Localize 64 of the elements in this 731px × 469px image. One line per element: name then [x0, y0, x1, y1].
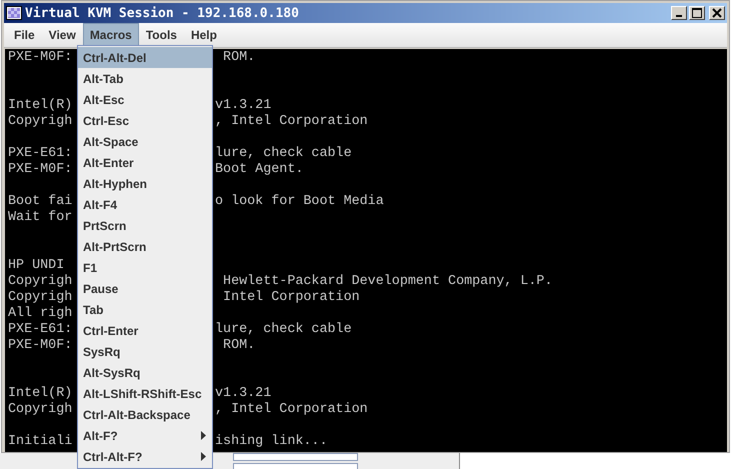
console-text: Intel(R) — [8, 98, 72, 114]
console-text: HP UNDI — [8, 258, 64, 274]
menu-item[interactable]: PrtScrn — [78, 215, 212, 236]
console-text: Intel Corporation — [222, 290, 360, 306]
console-text: v1.3.21 — [215, 98, 272, 114]
console-text: ishing link... — [215, 434, 328, 450]
console-text: Copyrigh — [8, 402, 72, 418]
console-text: o look for Boot Media — [215, 194, 384, 210]
menu-item[interactable]: Alt-F? — [78, 425, 212, 446]
submenu-arrow-icon — [201, 452, 206, 461]
console-text: PXE-E61: — [8, 146, 72, 162]
console-text: PXE-M0F: — [8, 162, 72, 178]
menu-item[interactable]: Ctrl-Alt-F? — [78, 446, 212, 467]
menu-item[interactable]: SysRq — [78, 341, 212, 362]
menu-item[interactable]: F1 — [78, 257, 212, 278]
menu-item[interactable]: Alt-Hyphen — [78, 173, 212, 194]
menu-item[interactable]: Tools — [138, 23, 184, 47]
maximize-button[interactable] — [689, 6, 705, 20]
minimize-icon — [676, 15, 682, 17]
menu-item[interactable]: Pause — [78, 278, 212, 299]
close-icon — [712, 8, 722, 18]
menu-item[interactable]: Alt-Tab — [78, 68, 212, 89]
menu-item[interactable]: Ctrl-Enter — [78, 320, 212, 341]
console-text: , Intel Corporation — [215, 402, 368, 418]
console-text: Copyrigh — [8, 290, 72, 306]
submenu-arrow-icon — [201, 431, 206, 440]
menu-item[interactable]: Ctrl-Alt-Del — [78, 47, 212, 68]
console-text: All righ — [8, 306, 72, 322]
menu-item[interactable]: Alt-PrtScrn — [78, 236, 212, 257]
console-text: , Intel Corporation — [215, 114, 368, 130]
menu-item[interactable]: Ctrl-Alt-Backspace — [78, 404, 212, 425]
console-text: PXE-M0F: — [8, 338, 72, 354]
console-text: Copyrigh — [8, 114, 72, 130]
console-text: Copyrigh — [8, 274, 72, 290]
minimize-button[interactable] — [671, 6, 687, 20]
menu-item[interactable]: Alt-Esc — [78, 89, 212, 110]
menu-item[interactable]: View — [42, 23, 83, 47]
console-text: Hewlett-Packard Development Company, L.P. — [222, 274, 552, 290]
console-text: Initiali — [8, 434, 72, 450]
close-button[interactable] — [709, 6, 725, 20]
menu-item[interactable]: Alt-F4 — [78, 194, 212, 215]
console-text: ROM. — [222, 50, 256, 66]
window-title: Virtual KVM Session - 192.168.0.180 — [25, 6, 299, 20]
menu-item[interactable]: Tab — [78, 299, 212, 320]
menu-item[interactable]: File — [7, 23, 42, 47]
menu-item[interactable]: Alt-SysRq — [78, 362, 212, 383]
console-text: Boot fai — [8, 194, 72, 210]
maximize-icon — [692, 8, 702, 18]
console-text: Wait for — [8, 210, 72, 226]
console-text: v1.3.21 — [215, 386, 272, 402]
menu-item[interactable]: Alt-Enter — [78, 152, 212, 173]
menu-item[interactable]: Help — [184, 23, 224, 47]
console-text: Boot Agent. — [215, 162, 304, 178]
console-text: lure, check cable — [215, 322, 352, 338]
console-text: PXE-E61: — [8, 322, 72, 338]
console-text: PXE-M0F: — [8, 50, 72, 66]
menu-item[interactable]: Alt-LShift-RShift-Esc — [78, 383, 212, 404]
menu-item[interactable]: Ctrl-Esc — [78, 110, 212, 131]
menu-item[interactable]: Alt-Space — [78, 131, 212, 152]
console-text: Intel(R) — [8, 386, 72, 402]
console-text: lure, check cable — [215, 146, 352, 162]
menu-item[interactable]: Macros — [82, 23, 139, 47]
console-text: ROM. — [222, 338, 256, 354]
monitor-icon — [6, 6, 22, 20]
